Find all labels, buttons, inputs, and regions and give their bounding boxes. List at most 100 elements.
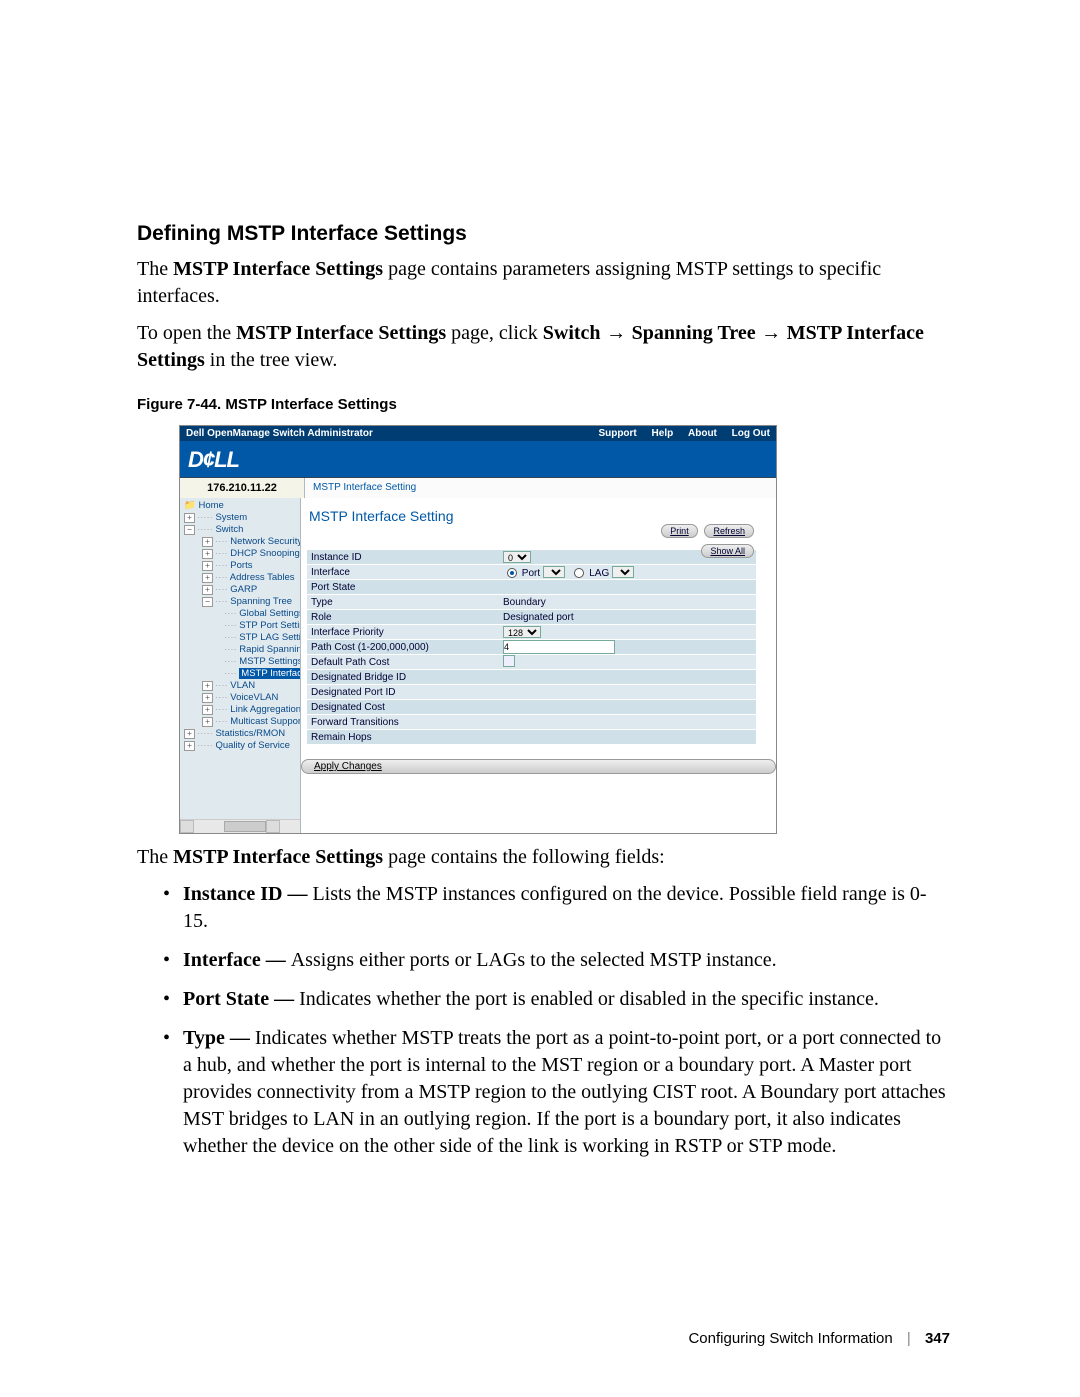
app-titlebar: Dell OpenManage Switch Administrator Sup… (180, 426, 776, 441)
field-label: Interface (307, 567, 501, 578)
expand-icon[interactable]: + (202, 705, 213, 715)
app-nav-links: Support Help About Log Out (586, 428, 770, 439)
field-label: Port State (307, 582, 501, 593)
field-label: Default Path Cost (307, 657, 501, 668)
field-row: Designated Bridge ID (307, 670, 756, 685)
footer-separator: | (907, 1330, 911, 1347)
dell-logo: D¢LL (188, 447, 239, 472)
tree-switch[interactable]: Switch (215, 524, 243, 535)
app-title: Dell OpenManage Switch Administrator (186, 428, 373, 439)
field-label: Interface Priority (307, 627, 501, 638)
field-row: Remain Hops (307, 730, 756, 745)
bullet-item: Interface — Assigns either ports or LAGs… (163, 947, 950, 986)
home-icon: 📁 (184, 500, 196, 511)
field-value[interactable]: 128 (501, 626, 756, 639)
tree-leaf[interactable]: MSTP Settings (239, 656, 301, 667)
nav-tree[interactable]: 📁 Home +····· System −····· Switch +····… (180, 498, 301, 833)
expand-icon[interactable]: + (202, 537, 213, 547)
help-link[interactable]: Help (652, 428, 674, 439)
tree-leaf-selected[interactable]: MSTP Interface (239, 668, 301, 679)
about-link[interactable]: About (688, 428, 717, 439)
tree-item[interactable]: GARP (230, 584, 257, 595)
nav-pre: To open the (137, 322, 236, 344)
logout-link[interactable]: Log Out (732, 428, 770, 439)
bullet-term: Type — (183, 1027, 255, 1049)
tree-item[interactable]: Spanning Tree (230, 596, 292, 607)
lag-select[interactable] (612, 566, 634, 578)
tree-system[interactable]: System (215, 512, 247, 523)
tree-scrollbar[interactable] (180, 819, 300, 833)
tree-item[interactable]: Multicast Support (230, 716, 301, 727)
nav-post: in the tree view. (205, 349, 338, 371)
refresh-button[interactable]: Refresh (704, 524, 754, 538)
tree-item[interactable]: VLAN (230, 680, 255, 691)
tree-qos[interactable]: Quality of Service (215, 740, 289, 751)
bullet-term: Port State — (183, 988, 299, 1010)
expand-icon[interactable]: + (184, 513, 195, 523)
tree-stats[interactable]: Statistics/RMON (215, 728, 285, 739)
apply-changes-button[interactable]: Apply Changes (301, 759, 776, 774)
main-panel: MSTP Interface Setting Print Refresh Sho… (301, 498, 776, 833)
field-label: Path Cost (1-200,000,000) (307, 642, 501, 653)
nav-pagename: MSTP Interface Settings (236, 322, 446, 344)
nav-b2: Spanning Tree (632, 322, 756, 344)
tree-leaf[interactable]: STP Port Settings (239, 620, 301, 631)
expand-icon[interactable]: + (202, 549, 213, 559)
intro-paragraph: The MSTP Interface Settings page contain… (137, 256, 950, 310)
expand-icon[interactable]: + (202, 561, 213, 571)
field-label: Designated Cost (307, 702, 501, 713)
field-row: Designated Port ID (307, 685, 756, 700)
logo-bar: D¢LL (180, 441, 776, 477)
expand-icon[interactable]: + (184, 729, 195, 739)
field-label: Forward Transitions (307, 717, 501, 728)
tree-item[interactable]: VoiceVLAN (230, 692, 278, 703)
field-row: Port State (307, 580, 756, 595)
collapse-icon[interactable]: − (184, 525, 195, 535)
field-row: TypeBoundary (307, 595, 756, 610)
select-input[interactable]: 0 (503, 551, 531, 563)
field-row: Default Path Cost (307, 655, 756, 670)
expand-icon[interactable]: + (184, 741, 195, 751)
panel-title: MSTP Interface Setting (309, 508, 776, 524)
print-button[interactable]: Print (661, 524, 698, 538)
field-label: Designated Port ID (307, 687, 501, 698)
field-value[interactable]: Port LAG (501, 566, 756, 579)
bullet-list: Instance ID — Lists the MSTP instances c… (163, 881, 950, 1172)
expand-icon[interactable]: + (202, 717, 213, 727)
select-input[interactable]: 128 (503, 626, 541, 638)
nav-mid: page, click (446, 322, 543, 344)
bullet-item: Instance ID — Lists the MSTP instances c… (163, 881, 950, 947)
port-select[interactable] (543, 566, 565, 578)
radio-port[interactable] (507, 568, 517, 578)
support-link[interactable]: Support (598, 428, 636, 439)
expand-icon[interactable]: + (202, 681, 213, 691)
show-all-button[interactable]: Show All (701, 544, 754, 558)
bullet-item: Port State — Indicates whether the port … (163, 986, 950, 1025)
tree-leaf[interactable]: STP LAG Setting (239, 632, 301, 643)
tree-item[interactable]: DHCP Snooping (230, 548, 300, 559)
tree-home[interactable]: Home (198, 500, 223, 511)
radio-lag[interactable] (574, 568, 584, 578)
tree-leaf[interactable]: Rapid Spanning T (239, 644, 301, 655)
after-bold: MSTP Interface Settings (173, 846, 383, 868)
arrow-icon: → (601, 322, 632, 344)
tree-item[interactable]: Ports (230, 560, 252, 571)
tree-item[interactable]: Link Aggregation (230, 704, 301, 715)
after-post: page contains the following fields: (383, 846, 665, 868)
expand-icon[interactable]: + (202, 693, 213, 703)
figure-caption: Figure 7-44. MSTP Interface Settings (137, 396, 950, 413)
field-label: Instance ID (307, 552, 501, 563)
tree-item[interactable]: Network Security (230, 536, 301, 547)
field-value: Boundary (501, 597, 756, 608)
text-input[interactable] (503, 640, 615, 654)
tree-leaf[interactable]: Global Settings (239, 608, 301, 619)
field-value[interactable] (501, 655, 756, 670)
field-value[interactable] (501, 640, 756, 654)
expand-icon[interactable]: + (202, 585, 213, 595)
collapse-icon[interactable]: − (202, 597, 213, 607)
field-row: Forward Transitions (307, 715, 756, 730)
expand-icon[interactable]: + (202, 573, 213, 583)
screenshot-frame: Dell OpenManage Switch Administrator Sup… (179, 425, 777, 834)
tree-item[interactable]: Address Tables (230, 572, 295, 583)
checkbox-icon[interactable] (503, 655, 515, 667)
